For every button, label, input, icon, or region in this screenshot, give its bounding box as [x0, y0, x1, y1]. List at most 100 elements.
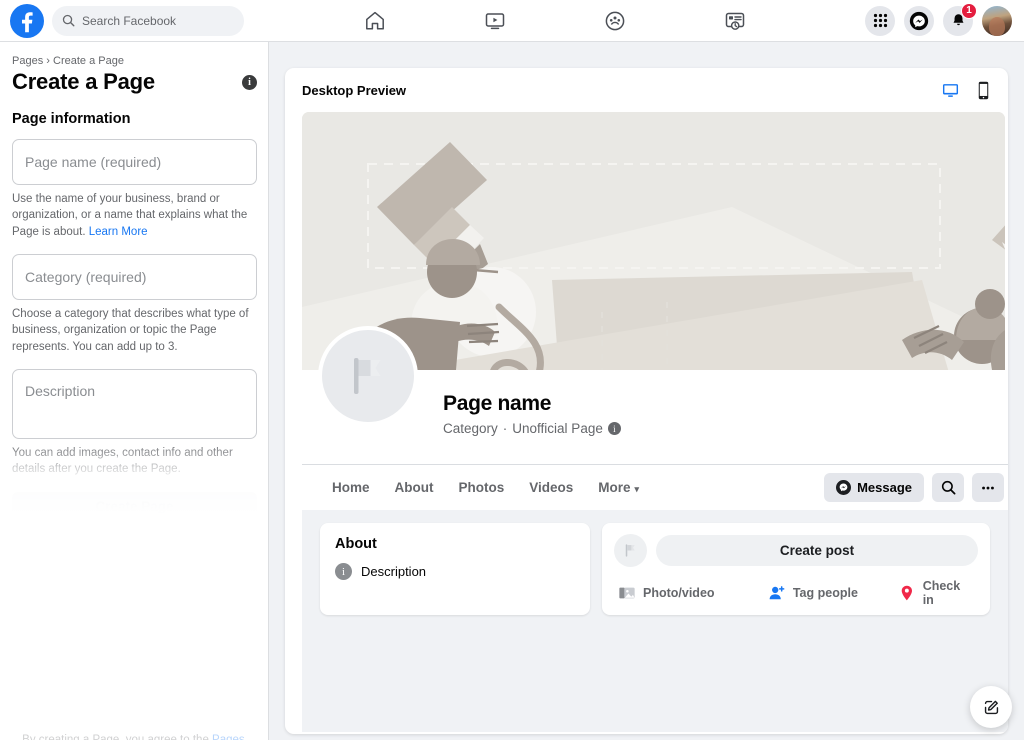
profile-avatar[interactable]	[982, 5, 1012, 36]
tab-videos[interactable]: Videos	[517, 473, 585, 502]
category-input[interactable]: Category (required)	[12, 253, 257, 300]
page-category-text: Category	[443, 421, 498, 436]
home-icon[interactable]	[362, 8, 388, 34]
preview-stage: Desktop Preview Page name Category · Uno…	[269, 42, 1024, 740]
page-name-input[interactable]: Page name (required)	[12, 139, 257, 185]
topbar-left: Search Facebook	[0, 3, 244, 38]
meta-separator: ·	[502, 421, 508, 436]
breadcrumb-root[interactable]: Pages	[12, 55, 43, 67]
preview-header: Desktop Preview	[285, 68, 1008, 112]
description-input[interactable]: Description	[12, 368, 257, 439]
tab-more[interactable]: More ▾	[586, 473, 651, 502]
message-button[interactable]: Message	[824, 473, 924, 502]
page-more-options-button[interactable]	[972, 473, 1004, 502]
preview-device-toggle	[941, 81, 991, 100]
terms-prefix: By creating a Page, you agree to the	[12, 535, 202, 548]
facebook-logo-icon[interactable]	[10, 3, 44, 38]
compose-edit-button[interactable]	[970, 686, 1012, 728]
page-name-placeholder: Page name (required)	[25, 154, 162, 170]
create-post-placeholder: Create post	[779, 543, 855, 558]
chevron-down-icon: ▾	[634, 484, 640, 494]
terms-prefix-faded: By creating a Page, you agree to the	[22, 734, 213, 740]
tab-about-label: About	[394, 480, 434, 495]
learn-more-link[interactable]: Learn More	[89, 226, 148, 238]
page-identity-row: Page name Category · Unofficial Page i	[302, 326, 1008, 464]
page-title: Create a Page	[12, 69, 155, 94]
search-icon	[62, 14, 75, 27]
mobile-phone-icon[interactable]	[976, 81, 991, 100]
page-body: About i Description Create post Photo/vi…	[302, 510, 1008, 732]
tab-videos-label: Videos	[529, 480, 574, 495]
cover-photo-illustration[interactable]	[302, 112, 1005, 370]
composer-row: Create post	[614, 534, 978, 567]
page-columns: About i Description Create post Photo/vi…	[302, 523, 1008, 615]
info-icon: i	[335, 563, 352, 580]
page-name-text: Page name	[443, 392, 552, 415]
category-helper-text: Choose a category that describes what ty…	[12, 307, 249, 353]
page-name-helper-text: Use the name of your business, brand or …	[12, 191, 258, 240]
create-page-button[interactable]: Create Page	[12, 491, 257, 522]
messenger-icon[interactable]	[904, 5, 934, 36]
messenger-icon	[836, 480, 852, 495]
search-icon	[941, 480, 955, 495]
compose-edit-icon	[984, 700, 998, 714]
title-row: Create a Page i	[12, 69, 257, 111]
topbar-nav-icons	[244, 8, 865, 34]
about-card-title: About	[335, 536, 377, 552]
tab-photos-label: Photos	[458, 480, 505, 495]
desktop-preview-card: Desktop Preview Page name Category · Uno…	[285, 68, 1008, 734]
check-in-button[interactable]: Check in	[898, 579, 974, 607]
info-icon[interactable]: i	[607, 422, 621, 435]
page-action-buttons: Message	[824, 473, 1004, 502]
desktop-monitor-icon[interactable]	[941, 81, 960, 100]
flag-placeholder-icon	[614, 534, 647, 567]
composer-actions: Photo/video Tag people Check in	[614, 579, 978, 607]
flag-placeholder-icon[interactable]	[318, 326, 418, 426]
check-in-label: Check in	[922, 579, 961, 607]
photo-video-label: Photo/video	[643, 586, 715, 600]
ellipsis-icon	[982, 486, 994, 489]
about-description-label: Description	[361, 564, 427, 579]
news-feed-icon[interactable]	[722, 8, 748, 34]
tag-people-icon	[769, 586, 785, 600]
unofficial-page-text: Unofficial Page	[512, 421, 603, 436]
terms-text-faded: By creating a Page, you agree to the Pag…	[12, 732, 258, 740]
tab-more-label: More	[598, 480, 631, 495]
photo-video-icon	[619, 587, 635, 599]
tab-about[interactable]: About	[383, 473, 446, 502]
search-input[interactable]: Search Facebook	[52, 5, 244, 36]
create-page-form-sidebar: Pages › Create a Page Create a Page i Pa…	[0, 42, 269, 740]
category-placeholder: Category (required)	[25, 268, 147, 285]
create-post-input[interactable]: Create post	[656, 535, 978, 566]
preview-header-title: Desktop Preview	[302, 82, 407, 98]
breadcrumb: Pages › Create a Page	[12, 55, 257, 67]
breadcrumb-separator: ›	[46, 55, 50, 67]
page-tab-bar: Home About Photos Videos More ▾ Message	[302, 464, 1008, 510]
tab-home[interactable]: Home	[320, 473, 382, 502]
about-description-row[interactable]: i Description	[335, 563, 575, 580]
terms-text: By creating a Page, you agree to the Pag…	[12, 533, 258, 566]
groups-icon[interactable]	[602, 8, 628, 34]
create-page-screen: Search Facebook 1 Pages › Create a Page …	[0, 0, 1024, 740]
description-placeholder: Description	[25, 382, 96, 399]
notifications-bell-icon[interactable]: 1	[943, 2, 977, 36]
page-search-button[interactable]	[932, 473, 964, 502]
search-placeholder: Search Facebook	[82, 13, 177, 28]
description-helper-text: You can add images, contact info and oth…	[12, 446, 233, 476]
facebook-top-navbar: Search Facebook 1	[0, 0, 1024, 42]
sidebar-content: Pages › Create a Page Create a Page i Pa…	[0, 42, 268, 578]
location-pin-icon	[901, 585, 912, 601]
message-button-label: Message	[857, 480, 912, 495]
info-icon[interactable]: i	[242, 75, 257, 90]
notifications-badge: 1	[961, 2, 977, 19]
topbar-right-actions: 1	[865, 2, 1024, 36]
breadcrumb-current: Create a Page	[53, 55, 124, 67]
about-card: About i Description	[320, 523, 590, 615]
grid-menu-icon[interactable]	[865, 5, 895, 36]
tag-people-button[interactable]: Tag people	[768, 584, 898, 602]
photo-video-button[interactable]: Photo/video	[618, 584, 768, 602]
tab-photos[interactable]: Photos	[447, 473, 517, 502]
watch-video-icon[interactable]	[482, 8, 508, 34]
tag-people-label: Tag people	[792, 586, 858, 600]
create-post-card: Create post Photo/video Tag people Check…	[602, 523, 990, 615]
